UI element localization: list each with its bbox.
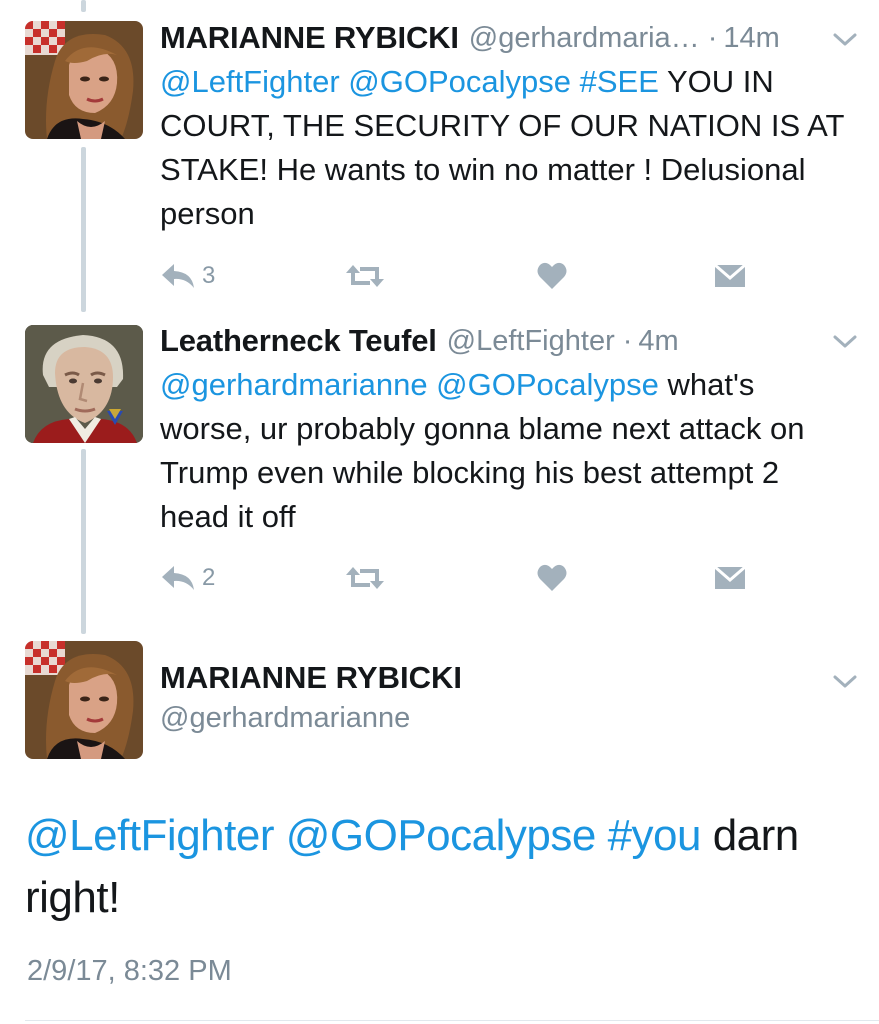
tweet-header: Leatherneck Teufel @LeftFighter · 4m bbox=[160, 321, 839, 361]
author-name[interactable]: MARIANNE RYBICKI bbox=[160, 660, 462, 696]
tweet-mentions-link[interactable]: @LeftFighter @GOPocalypse #SEE bbox=[160, 64, 659, 99]
divider bbox=[25, 1020, 879, 1021]
reply-count: 3 bbox=[202, 262, 216, 289]
avatar-marianne[interactable] bbox=[25, 641, 143, 759]
reply-icon bbox=[162, 566, 194, 590]
tweet-actions: 2 bbox=[160, 558, 760, 598]
chevron-down-icon[interactable] bbox=[832, 30, 858, 50]
like-button[interactable] bbox=[536, 558, 568, 598]
tweet-mentions-link[interactable]: @gerhardmarianne @GOPocalypse bbox=[160, 367, 659, 402]
tweet-mentions-link[interactable]: @LeftFighter @GOPocalypse #you bbox=[25, 811, 701, 860]
chevron-down-icon[interactable] bbox=[832, 672, 858, 692]
like-button[interactable] bbox=[536, 256, 568, 296]
thread-line bbox=[81, 0, 86, 12]
reply-count: 2 bbox=[202, 564, 216, 591]
retweet-icon bbox=[346, 567, 384, 589]
author-handle[interactable]: @LeftFighter bbox=[447, 325, 615, 358]
tweet-date[interactable]: 2/9/17, 8:32 PM bbox=[27, 955, 232, 988]
separator-dot: · bbox=[707, 21, 718, 54]
thread-line bbox=[81, 449, 86, 634]
author-name[interactable]: Leatherneck Teufel bbox=[160, 323, 437, 359]
reply-button[interactable]: 2 bbox=[160, 558, 215, 598]
envelope-icon bbox=[714, 565, 746, 589]
retweet-icon bbox=[346, 265, 384, 287]
reply-button[interactable]: 3 bbox=[160, 256, 215, 296]
heart-icon bbox=[537, 564, 567, 591]
tweet-text: @gerhardmarianne @GOPocalypse what's wor… bbox=[160, 363, 850, 539]
retweet-button[interactable] bbox=[344, 558, 386, 598]
author-name[interactable]: MARIANNE RYBICKI bbox=[160, 20, 459, 56]
tweet-actions: 3 bbox=[160, 256, 760, 296]
envelope-icon bbox=[714, 263, 746, 287]
author-handle[interactable]: @gerhardmarianne bbox=[160, 702, 410, 735]
tweet-header: MARIANNE RYBICKI @gerhardmaria… · 14m bbox=[160, 18, 839, 58]
avatar-marianne[interactable] bbox=[25, 21, 143, 139]
dm-button[interactable] bbox=[714, 558, 746, 598]
retweet-button[interactable] bbox=[344, 256, 386, 296]
tweet-timestamp[interactable]: 14m bbox=[723, 22, 779, 55]
avatar-leatherneck[interactable] bbox=[25, 325, 143, 443]
thread-line bbox=[81, 147, 86, 312]
author-handle[interactable]: @gerhardmaria… bbox=[469, 22, 700, 55]
reply-icon bbox=[162, 264, 194, 288]
dm-button[interactable] bbox=[714, 256, 746, 296]
tweet-timestamp[interactable]: 4m bbox=[638, 325, 678, 358]
separator-dot: · bbox=[622, 324, 633, 357]
chevron-down-icon[interactable] bbox=[832, 332, 858, 352]
heart-icon bbox=[537, 262, 567, 289]
tweet-text: @LeftFighter @GOPocalypse #SEE YOU IN CO… bbox=[160, 60, 850, 236]
focused-tweet-text: @LeftFighter @GOPocalypse #you darn righ… bbox=[25, 805, 845, 929]
